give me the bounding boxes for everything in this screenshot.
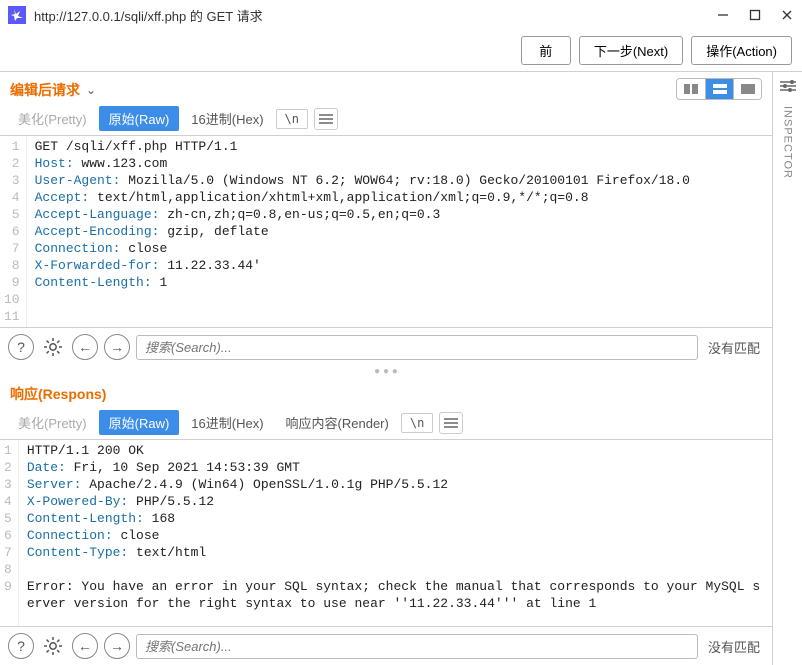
tab-render[interactable]: 响应内容(Render)	[276, 410, 399, 435]
window-title: http://127.0.0.1/sqli/xff.php 的 GET 请求	[34, 6, 708, 25]
minimize-button[interactable]	[716, 8, 730, 22]
action-button[interactable]: 操作(Action)	[691, 36, 792, 65]
tab-newline[interactable]: \n	[276, 109, 308, 129]
inspector-label[interactable]: INSPECTOR	[782, 106, 794, 179]
gear-icon[interactable]	[40, 334, 66, 360]
request-title: 编辑后请求	[10, 80, 80, 100]
view-rows-button[interactable]	[705, 79, 733, 99]
request-search-input[interactable]	[136, 335, 698, 360]
request-tabs: 美化(Pretty) 原始(Raw) 16进制(Hex) \n	[0, 106, 772, 135]
prev-match-button[interactable]: ←	[72, 633, 98, 659]
tab-raw[interactable]: 原始(Raw)	[99, 106, 180, 131]
next-match-button[interactable]: →	[104, 633, 130, 659]
prev-button[interactable]: 前	[521, 36, 571, 65]
close-button[interactable]	[780, 8, 794, 22]
response-title: 响应(Respons)	[10, 384, 106, 404]
next-match-button[interactable]: →	[104, 334, 130, 360]
response-search-input[interactable]	[136, 634, 698, 659]
tab-hex[interactable]: 16进制(Hex)	[181, 106, 273, 131]
help-icon[interactable]: ?	[8, 334, 34, 360]
request-pane: 编辑后请求 ⌄ 美化(Pretty) 原始(Raw) 16进制(Hex) \n …	[0, 72, 772, 366]
app-icon	[8, 6, 26, 24]
next-button[interactable]: 下一步(Next)	[579, 36, 683, 65]
response-no-match: 没有匹配	[704, 637, 764, 656]
prev-match-button[interactable]: ←	[72, 334, 98, 360]
request-body[interactable]: 1 2 3 4 5 6 7 8 9 10 11 GET /sqli/xff.ph…	[0, 135, 772, 328]
right-rail: INSPECTOR	[772, 71, 802, 665]
pane-divider[interactable]: ● ● ●	[0, 366, 772, 376]
tab-newline[interactable]: \n	[401, 413, 433, 433]
response-pane: 响应(Respons) 美化(Pretty) 原始(Raw) 16进制(Hex)…	[0, 376, 772, 665]
toolbar: 前 下一步(Next) 操作(Action)	[0, 30, 802, 71]
view-single-button[interactable]	[733, 79, 761, 99]
tab-pretty[interactable]: 美化(Pretty)	[8, 410, 97, 435]
tab-pretty[interactable]: 美化(Pretty)	[8, 106, 97, 131]
gear-icon[interactable]	[40, 633, 66, 659]
view-columns-button[interactable]	[677, 79, 705, 99]
maximize-button[interactable]	[748, 8, 762, 22]
tab-raw[interactable]: 原始(Raw)	[99, 410, 180, 435]
help-icon[interactable]: ?	[8, 633, 34, 659]
settings-icon[interactable]	[780, 80, 796, 92]
hamburger-icon[interactable]	[439, 412, 463, 434]
hamburger-icon[interactable]	[314, 108, 338, 130]
chevron-down-icon[interactable]: ⌄	[86, 83, 96, 97]
titlebar: http://127.0.0.1/sqli/xff.php 的 GET 请求	[0, 0, 802, 30]
tab-hex[interactable]: 16进制(Hex)	[181, 410, 273, 435]
response-tabs: 美化(Pretty) 原始(Raw) 16进制(Hex) 响应内容(Render…	[0, 410, 772, 439]
request-no-match: 没有匹配	[704, 338, 764, 357]
response-body[interactable]: 1 2 3 4 5 6 7 8 9 HTTP/1.1 200 OK Date: …	[0, 439, 772, 627]
